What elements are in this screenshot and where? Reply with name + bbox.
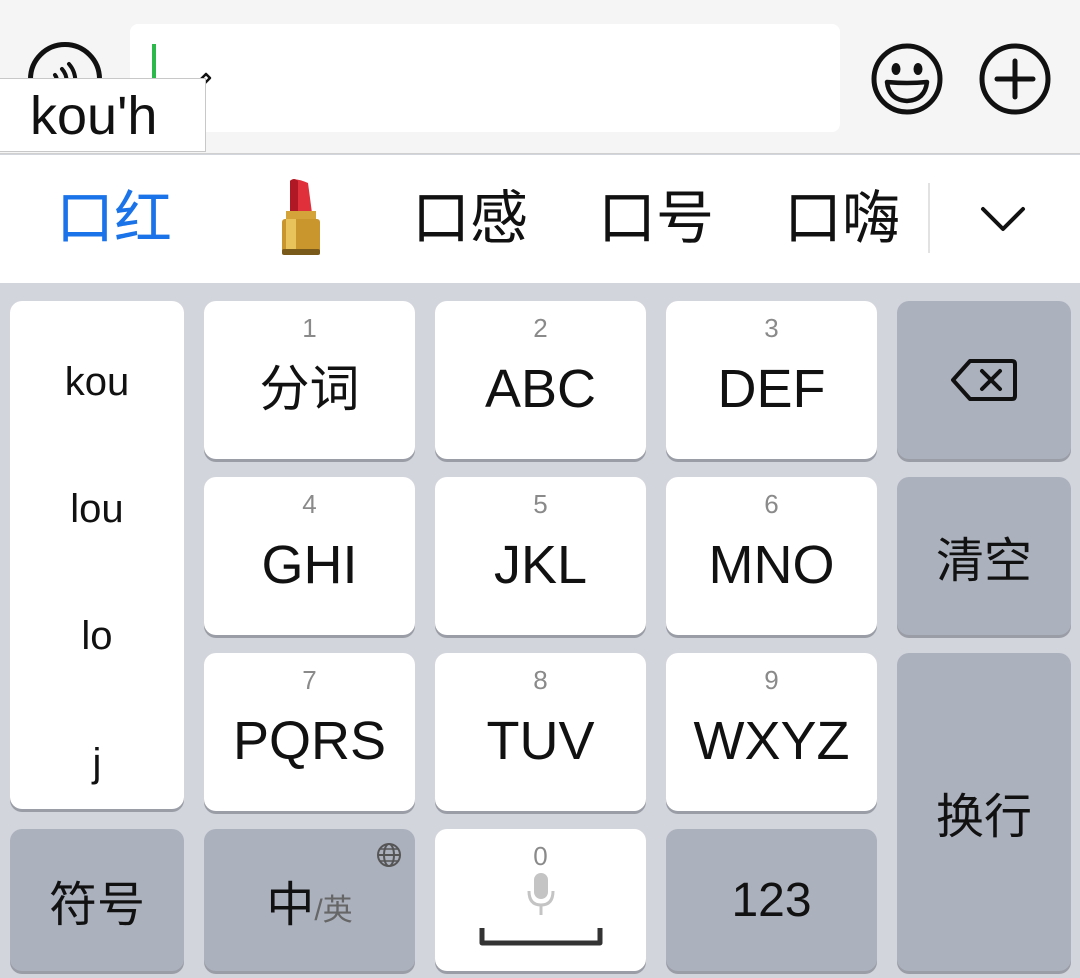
symbols-key[interactable]: 符号 (10, 829, 184, 971)
composition-text: kou'h (0, 78, 206, 152)
key-1[interactable]: 1 分词 (204, 301, 415, 459)
key-label: PQRS (232, 711, 387, 771)
text-cursor (152, 44, 156, 82)
key-number: 2 (533, 313, 548, 343)
key-number: 6 (764, 489, 779, 519)
chevron-down-icon[interactable] (975, 195, 1031, 243)
key-number: 5 (533, 489, 548, 519)
key-label: 分词 (259, 361, 360, 417)
candidate-divider (928, 183, 930, 253)
key-4[interactable]: 4 GHI (204, 477, 415, 635)
key-label: MNO (708, 535, 835, 595)
key-label: DEF (717, 359, 826, 419)
key-label: TUV (486, 711, 595, 771)
language-sub-label: /英 (314, 894, 353, 927)
emoji-icon[interactable] (870, 42, 944, 116)
backspace-key[interactable] (897, 301, 1071, 459)
key-number: 0 (533, 841, 548, 871)
key-number: 9 (764, 665, 779, 695)
key-2[interactable]: 2 ABC (435, 301, 646, 459)
backspace-icon (951, 359, 1017, 401)
key-number: 1 (302, 313, 317, 343)
key-label: GHI (261, 535, 358, 595)
language-switch-key[interactable]: 中/英 (204, 829, 415, 971)
candidate-item[interactable]: 口红 (56, 183, 172, 255)
key-6[interactable]: 6 MNO (666, 477, 877, 635)
key-5[interactable]: 5 JKL (435, 477, 646, 635)
pinyin-option[interactable]: kou (10, 357, 184, 407)
candidate-item[interactable]: 口感 (412, 183, 528, 255)
key-8[interactable]: 8 TUV (435, 653, 646, 811)
key-number: 3 (764, 313, 779, 343)
numbers-key[interactable]: 123 (666, 829, 877, 971)
pinyin-option[interactable]: lo (10, 611, 184, 661)
plus-icon[interactable] (978, 42, 1052, 116)
candidate-bar: 口红 口感 口号 口嗨 (0, 155, 1080, 283)
pinyin-option[interactable]: lou (10, 484, 184, 534)
symbols-key-label: 符号 (48, 879, 145, 932)
numbers-key-label: 123 (731, 873, 812, 927)
input-bar: kou'h (0, 0, 1080, 154)
key-label: WXYZ (693, 711, 850, 771)
candidate-item[interactable]: 口号 (598, 183, 714, 255)
enter-key-label: 换行 (935, 791, 1032, 844)
clear-key[interactable]: 清空 (897, 477, 1071, 635)
space-key[interactable]: 0 (435, 829, 646, 971)
candidate-item[interactable]: 口嗨 (784, 183, 900, 255)
key-number: 7 (302, 665, 317, 695)
clear-key-label: 清空 (935, 535, 1032, 588)
key-label: JKL (493, 535, 588, 595)
lipstick-emoji-candidate[interactable] (268, 175, 334, 261)
message-input[interactable] (130, 24, 840, 132)
key-9[interactable]: 9 WXYZ (666, 653, 877, 811)
key-number: 4 (302, 489, 317, 519)
pinyin-options-panel: kou lou lo j (10, 301, 184, 809)
key-7[interactable]: 7 PQRS (204, 653, 415, 811)
space-bar-icon (479, 928, 603, 946)
pinyin-option[interactable]: j (10, 738, 184, 788)
key-3[interactable]: 3 DEF (666, 301, 877, 459)
enter-key[interactable]: 换行 (897, 653, 1071, 971)
language-main-label: 中 (266, 879, 315, 932)
keyboard: kou lou lo j 1 分词 2 ABC 3 DEF 4 GHI 5 JK… (0, 283, 1080, 978)
microphone-icon (527, 873, 555, 915)
key-number: 8 (533, 665, 548, 695)
key-label: ABC (484, 359, 597, 419)
